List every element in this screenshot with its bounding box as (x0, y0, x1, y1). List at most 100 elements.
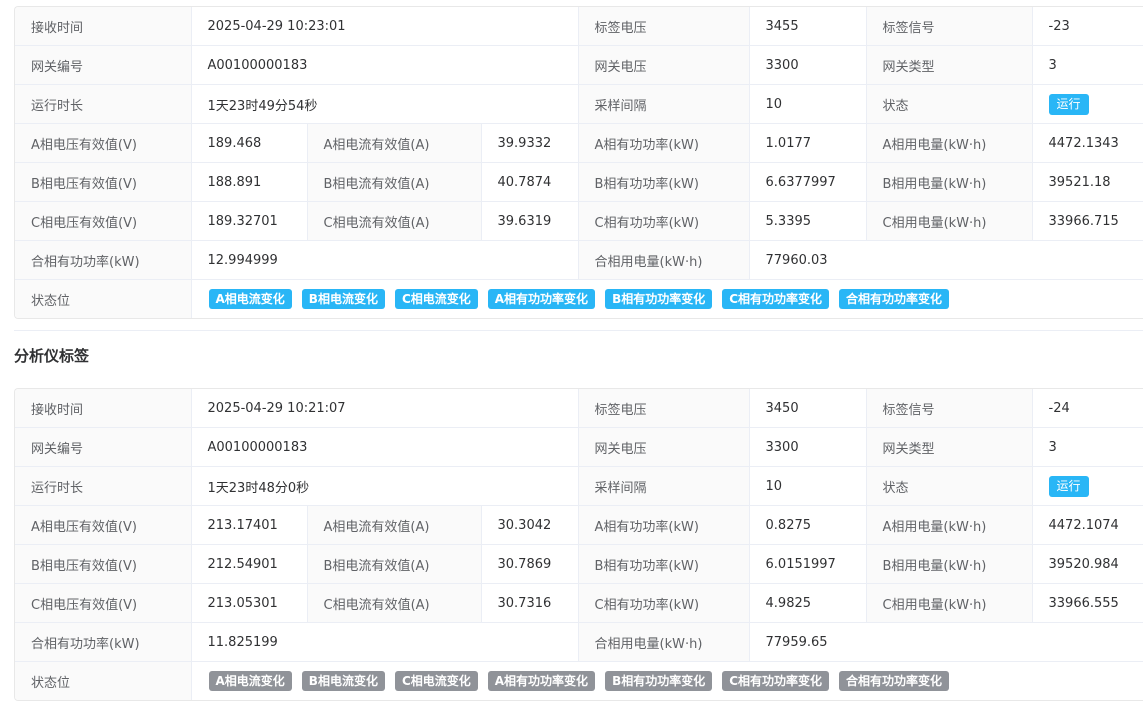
b-voltage-value: 188.891 (191, 162, 308, 202)
b-power-value: 6.0151997 (749, 544, 867, 584)
c-voltage-value: 213.05301 (191, 583, 308, 623)
status-flag-tag: B相电流变化 (301, 289, 385, 309)
b-power-label: B相有功功率(kW) (578, 162, 750, 202)
status-flag-tag: C相电流变化 (394, 289, 478, 309)
uptime-label: 运行时长 (15, 84, 192, 124)
gateway-voltage-value: 3300 (749, 427, 867, 467)
tag-voltage-value: 3450 (749, 389, 867, 428)
gateway-voltage-label: 网关电压 (578, 45, 750, 85)
b-voltage-label: B相电压有效值(V) (15, 162, 192, 202)
uptime-value: 1天23时49分54秒 (191, 84, 579, 124)
tag-voltage-label: 标签电压 (578, 7, 750, 46)
receive-time-label: 接收时间 (15, 7, 192, 46)
gateway-id-label: 网关编号 (15, 45, 192, 85)
b-current-value: 30.7869 (481, 544, 579, 584)
c-voltage-label: C相电压有效值(V) (15, 201, 192, 241)
c-energy-label: C相用电量(kW·h) (866, 583, 1033, 623)
status-label: 状态 (866, 84, 1033, 124)
table-row: C相电压有效值(V) 189.32701 C相电流有效值(A) 39.6319 … (15, 201, 1143, 241)
status-bits-cell: A相电流变化 B相电流变化 C相电流变化 A相有功功率变化 B相有功功率变化 C相有功功率… (191, 279, 1143, 318)
a-current-label: A相电流有效值(A) (307, 505, 482, 545)
c-current-label: C相电流有效值(A) (307, 201, 482, 241)
a-energy-label: A相用电量(kW·h) (866, 123, 1033, 163)
status-flag-tag: A相有功功率变化 (487, 289, 596, 309)
sample-interval-value: 10 (749, 84, 867, 124)
table-row: 网关编号 A00100000183 网关电压 3300 网关类型 3 (15, 427, 1143, 467)
a-current-value: 39.9332 (481, 123, 579, 163)
b-power-label: B相有功功率(kW) (578, 544, 750, 584)
table-row: 接收时间 2025-04-29 10:23:01 标签电压 3455 标签信号 … (15, 7, 1143, 46)
c-energy-label: C相用电量(kW·h) (866, 201, 1033, 241)
tag-voltage-value: 3455 (749, 7, 867, 46)
section-divider (14, 330, 1143, 331)
b-current-value: 40.7874 (481, 162, 579, 202)
status-flag-tag: B相有功功率变化 (605, 671, 713, 691)
table-row: 网关编号 A00100000183 网关电压 3300 网关类型 3 (15, 45, 1143, 85)
status-flag-tag: B相有功功率变化 (605, 289, 713, 309)
tag-signal-value: -23 (1032, 7, 1143, 46)
c-voltage-value: 189.32701 (191, 201, 308, 241)
status-flag-tag: A相有功功率变化 (487, 671, 596, 691)
status-flag-tag: C相有功功率变化 (722, 671, 830, 691)
b-voltage-value: 212.54901 (191, 544, 308, 584)
status-bits-label: 状态位 (15, 661, 192, 700)
table-row: 状态位 A相电流变化 B相电流变化 C相电流变化 A相有功功率变化 B相有功功率变化 C相… (15, 279, 1143, 318)
record-panel-2: 接收时间 2025-04-29 10:21:07 标签电压 3450 标签信号 … (14, 388, 1143, 701)
a-energy-value: 4472.1074 (1032, 505, 1143, 545)
gateway-type-value: 3 (1032, 427, 1143, 467)
c-energy-value: 33966.715 (1032, 201, 1143, 241)
table-row: A相电压有效值(V) 213.17401 A相电流有效值(A) 30.3042 … (15, 505, 1143, 545)
c-energy-value: 33966.555 (1032, 583, 1143, 623)
gateway-voltage-label: 网关电压 (578, 427, 750, 467)
record-panel-1: 接收时间 2025-04-29 10:23:01 标签电压 3455 标签信号 … (14, 6, 1143, 319)
receive-time-value: 2025-04-29 10:23:01 (191, 7, 579, 46)
uptime-label: 运行时长 (15, 466, 192, 506)
sample-interval-label: 采样间隔 (578, 84, 750, 124)
a-energy-value: 4472.1343 (1032, 123, 1143, 163)
status-flag-tag: 合相有功功率变化 (839, 289, 950, 309)
a-power-label: A相有功功率(kW) (578, 505, 750, 545)
tag-voltage-label: 标签电压 (578, 389, 750, 428)
b-energy-value: 39521.18 (1032, 162, 1143, 202)
b-voltage-label: B相电压有效值(V) (15, 544, 192, 584)
a-energy-label: A相用电量(kW·h) (866, 505, 1033, 545)
table-row: B相电压有效值(V) 212.54901 B相电流有效值(A) 30.7869 … (15, 544, 1143, 584)
gateway-id-label: 网关编号 (15, 427, 192, 467)
table-row: 接收时间 2025-04-29 10:21:07 标签电压 3450 标签信号 … (15, 389, 1143, 428)
status-flag-tag: 合相有功功率变化 (839, 671, 950, 691)
status-label: 状态 (866, 466, 1033, 506)
status-cell: 运行 (1032, 84, 1143, 124)
a-power-label: A相有功功率(kW) (578, 123, 750, 163)
status-flag-tag: C相有功功率变化 (722, 289, 830, 309)
gateway-voltage-value: 3300 (749, 45, 867, 85)
status-flag-tag: C相电流变化 (394, 671, 478, 691)
a-current-value: 30.3042 (481, 505, 579, 545)
tag-signal-label: 标签信号 (866, 7, 1033, 46)
b-current-label: B相电流有效值(A) (307, 544, 482, 584)
c-power-value: 5.3395 (749, 201, 867, 241)
table-row: A相电压有效值(V) 189.468 A相电流有效值(A) 39.9332 A相… (15, 123, 1143, 163)
a-voltage-label: A相电压有效值(V) (15, 505, 192, 545)
gateway-type-label: 网关类型 (866, 427, 1033, 467)
c-power-label: C相有功功率(kW) (578, 583, 750, 623)
b-power-value: 6.6377997 (749, 162, 867, 202)
table-row: C相电压有效值(V) 213.05301 C相电流有效值(A) 30.7316 … (15, 583, 1143, 623)
table-row: 运行时长 1天23时48分0秒 采样间隔 10 状态 运行 (15, 466, 1143, 506)
status-badge: 运行 (1048, 475, 1089, 497)
total-power-value: 11.825199 (191, 622, 579, 662)
table-row: 运行时长 1天23时49分54秒 采样间隔 10 状态 运行 (15, 84, 1143, 124)
a-voltage-value: 189.468 (191, 123, 308, 163)
c-voltage-label: C相电压有效值(V) (15, 583, 192, 623)
a-power-value: 1.0177 (749, 123, 867, 163)
c-current-value: 30.7316 (481, 583, 579, 623)
receive-time-label: 接收时间 (15, 389, 192, 428)
total-energy-label: 合相用电量(kW·h) (578, 622, 750, 662)
c-current-label: C相电流有效值(A) (307, 583, 482, 623)
tag-signal-value: -24 (1032, 389, 1143, 428)
sample-interval-label: 采样间隔 (578, 466, 750, 506)
status-badge: 运行 (1048, 93, 1089, 115)
record-table-1: 接收时间 2025-04-29 10:23:01 标签电压 3455 标签信号 … (15, 7, 1143, 318)
gateway-type-value: 3 (1032, 45, 1143, 85)
uptime-value: 1天23时48分0秒 (191, 466, 579, 506)
c-power-value: 4.9825 (749, 583, 867, 623)
